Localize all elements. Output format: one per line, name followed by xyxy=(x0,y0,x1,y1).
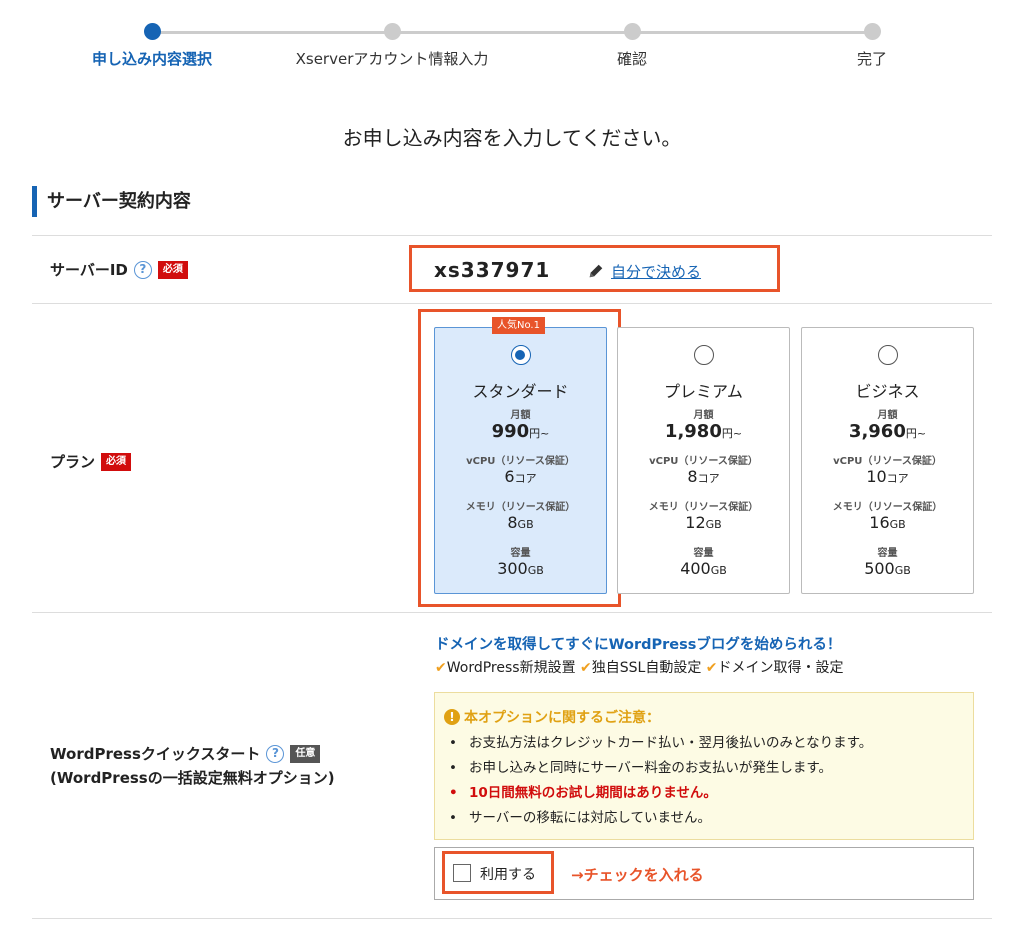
plan-label: プラン 必須 xyxy=(50,451,132,472)
plan-cap: 500GB xyxy=(864,559,911,578)
notice-item: お支払方法はクレジットカード払い・翌月後払いのみとなります。 xyxy=(449,731,872,756)
step-dot-1 xyxy=(144,23,161,40)
notice-title-text: 本オプションに関するご注意： xyxy=(464,710,660,726)
mem-label: メモリ（リソース保証） xyxy=(832,502,943,513)
month-label: 月額 xyxy=(693,410,714,421)
step-label-1: 申し込み内容選択 xyxy=(91,50,213,68)
check-icon: ✔ xyxy=(705,660,718,676)
mem-label: メモリ（リソース保証） xyxy=(648,502,759,513)
progress-stepper: 申し込み内容選択 Xserverアカウント情報入力 確認 完了 xyxy=(0,0,1024,90)
month-label: 月額 xyxy=(877,410,898,421)
plan-price: 990円~ xyxy=(491,421,550,442)
plan-name: ビジネス xyxy=(855,382,920,401)
step-dot-3 xyxy=(624,23,641,40)
check-icon: ✔ xyxy=(580,660,592,676)
cpu-label: vCPU（リソース保証） xyxy=(649,456,758,467)
server-id-value: xs337971 xyxy=(434,258,551,282)
divider xyxy=(32,303,992,304)
notice-box: ! 本オプションに関するご注意： お支払方法はクレジットカード払い・翌月後払いの… xyxy=(434,692,974,840)
plan-price: 3,960円~ xyxy=(848,421,927,442)
cpu-label: vCPU（リソース保証） xyxy=(466,456,575,467)
plan-radio-business[interactable] xyxy=(877,345,898,365)
use-checkbox[interactable] xyxy=(453,864,471,882)
divider xyxy=(32,612,992,613)
cap-label: 容量 xyxy=(510,548,531,559)
optional-badge: 任意 xyxy=(290,744,321,763)
plan-cap: 300GB xyxy=(497,559,544,578)
notice-item: サーバーの移転には対応していません。 xyxy=(449,806,872,831)
feature-list: ✔WordPress新規設置 ✔独自SSL自動設定 ✔ドメイン取得・設定 xyxy=(435,657,844,677)
plan-mem: 8GB xyxy=(507,513,534,532)
plan-card-standard[interactable]: スタンダード 月額 990円~ vCPU（リソース保証） 6コア メモリ（リソー… xyxy=(434,327,607,594)
help-icon[interactable]: ? xyxy=(266,744,285,763)
notice-item: お申し込みと同時にサーバー料金のお支払いが発生します。 xyxy=(449,756,872,781)
cap-label: 容量 xyxy=(877,548,898,559)
plan-label-text: プラン xyxy=(50,453,96,471)
wordpress-label: WordPressクイックスタート ? 任意 xyxy=(50,743,321,764)
mem-label: メモリ（リソース保証） xyxy=(465,502,576,513)
plan-card-business[interactable]: ビジネス 月額 3,960円~ vCPU（リソース保証） 10コア メモリ（リソ… xyxy=(801,327,974,594)
stepper-line xyxy=(152,31,872,34)
plan-cpu: 10コア xyxy=(866,467,909,486)
plan-name: プレミアム xyxy=(664,382,743,401)
help-icon[interactable]: ? xyxy=(133,260,152,279)
popular-badge: 人気No.1 xyxy=(492,317,545,334)
wordpress-label-text: WordPressクイックスタート xyxy=(50,745,261,763)
plan-mem: 16GB xyxy=(869,513,906,532)
warning-icon: ! xyxy=(444,709,460,725)
plan-radio-premium[interactable] xyxy=(693,345,714,365)
step-label-2: Xserverアカウント情報入力 xyxy=(295,50,489,68)
notice-item-warning: 10日間無料のお試し期間はありません。 xyxy=(449,781,872,806)
plan-cpu: 6コア xyxy=(504,467,537,486)
plan-cap: 400GB xyxy=(680,559,727,578)
step-label-4: 完了 xyxy=(856,50,888,68)
check-icon: ✔ xyxy=(435,660,447,676)
divider xyxy=(32,235,992,236)
notice-list: お支払方法はクレジットカード払い・翌月後払いのみとなります。 お申し込みと同時に… xyxy=(449,731,872,831)
server-id-label-text: サーバーID xyxy=(50,261,128,279)
step-dot-4 xyxy=(864,23,881,40)
wordpress-sublabel: (WordPressの一括設定無料オプション) xyxy=(50,769,335,787)
divider xyxy=(32,918,992,919)
plan-card-premium[interactable]: プレミアム 月額 1,980円~ vCPU（リソース保証） 8コア メモリ（リソ… xyxy=(617,327,790,594)
page-title: お申し込み内容を入力してください。 xyxy=(342,126,682,150)
plan-name: スタンダード xyxy=(472,382,569,401)
step-dot-2 xyxy=(384,23,401,40)
cpu-label: vCPU（リソース保証） xyxy=(833,456,942,467)
feature-item: ドメイン取得・設定 xyxy=(717,660,844,676)
plan-radio-standard[interactable] xyxy=(510,345,531,365)
required-badge: 必須 xyxy=(157,260,188,279)
feature-item: 独自SSL自動設定 xyxy=(591,660,702,676)
feature-item: WordPress新規設置 xyxy=(446,660,576,676)
required-badge: 必須 xyxy=(101,452,132,471)
step-label-3: 確認 xyxy=(616,50,648,68)
notice-title: ! 本オプションに関するご注意： xyxy=(444,707,660,727)
wordpress-headline: ドメインを取得してすぐにWordPressブログを始められる！ xyxy=(435,637,842,653)
pencil-icon xyxy=(589,264,603,278)
plan-price: 1,980円~ xyxy=(664,421,743,442)
plan-mem: 12GB xyxy=(685,513,722,532)
server-id-label: サーバーID ? 必須 xyxy=(50,259,188,280)
section-heading: サーバー契約内容 xyxy=(32,186,191,217)
plan-cpu: 8コア xyxy=(687,467,720,486)
use-checkbox-label[interactable]: 利用する xyxy=(480,864,536,884)
custom-server-id-link[interactable]: 自分で決める xyxy=(611,261,701,282)
month-label: 月額 xyxy=(510,410,531,421)
annotation-text: →チェックを入れる xyxy=(571,866,704,884)
cap-label: 容量 xyxy=(693,548,714,559)
